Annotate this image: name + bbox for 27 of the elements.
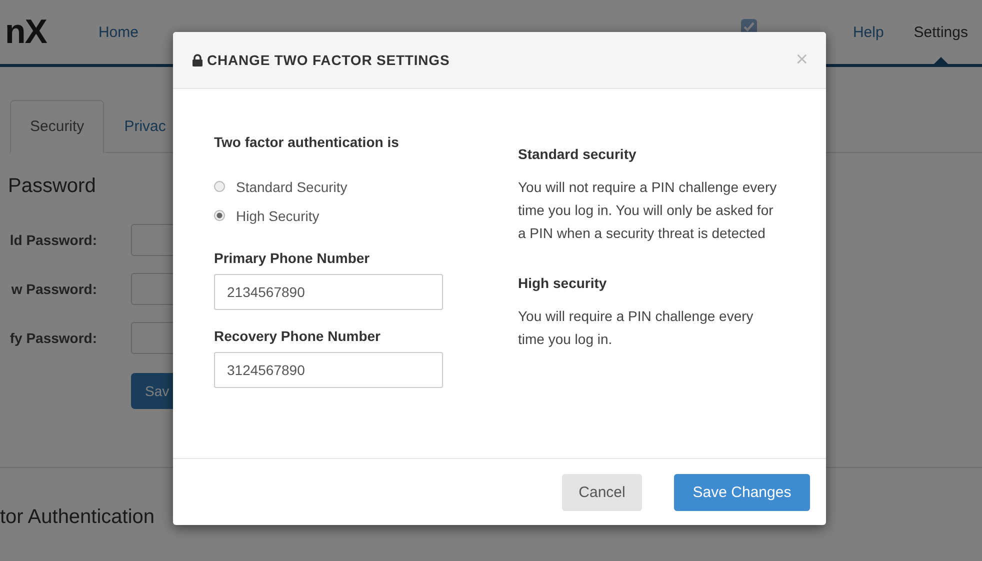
info-text: You will require a PIN challenge every time you log in.	[518, 307, 754, 349]
section-heading: tor Authentication	[0, 506, 155, 529]
info-heading: Standard security	[518, 146, 638, 162]
nav-link[interactable]: Help	[852, 24, 884, 40]
field-label: ld Password:	[8, 232, 97, 248]
cancel-button[interactable]: Cancel	[562, 474, 642, 510]
phone-field[interactable]: 2134567890	[214, 274, 443, 310]
info-heading: High security	[518, 275, 608, 291]
info-text: You will not require a PIN challenge every time you log in. You will only be asked for a PIN when a security threat is detected	[518, 178, 778, 243]
phone-field[interactable]: 3124567890	[214, 352, 443, 388]
modal-title: CHANGE TWO FACTOR SETTINGS	[207, 52, 450, 68]
lock-icon	[192, 54, 203, 66]
save-changes-button[interactable]: Save Changes	[674, 474, 810, 510]
field-label: Recovery Phone Number	[214, 328, 382, 344]
section-heading: Password	[8, 175, 96, 198]
radio-label: Standard Security	[236, 178, 348, 194]
field-label: Primary Phone Number	[214, 250, 371, 266]
radio-button[interactable]	[214, 181, 225, 192]
field-label: fy Password:	[8, 330, 97, 346]
nav-link[interactable]: Home	[98, 24, 138, 40]
field-label: w Password:	[10, 281, 97, 297]
auth-label: Two factor authentication is	[214, 134, 400, 150]
radio-button[interactable]	[214, 210, 225, 221]
logo: nX	[5, 12, 46, 52]
radio-label: High Security	[236, 208, 320, 224]
tab[interactable]: Security	[10, 100, 104, 153]
nav-link[interactable]: Settings	[914, 24, 968, 40]
